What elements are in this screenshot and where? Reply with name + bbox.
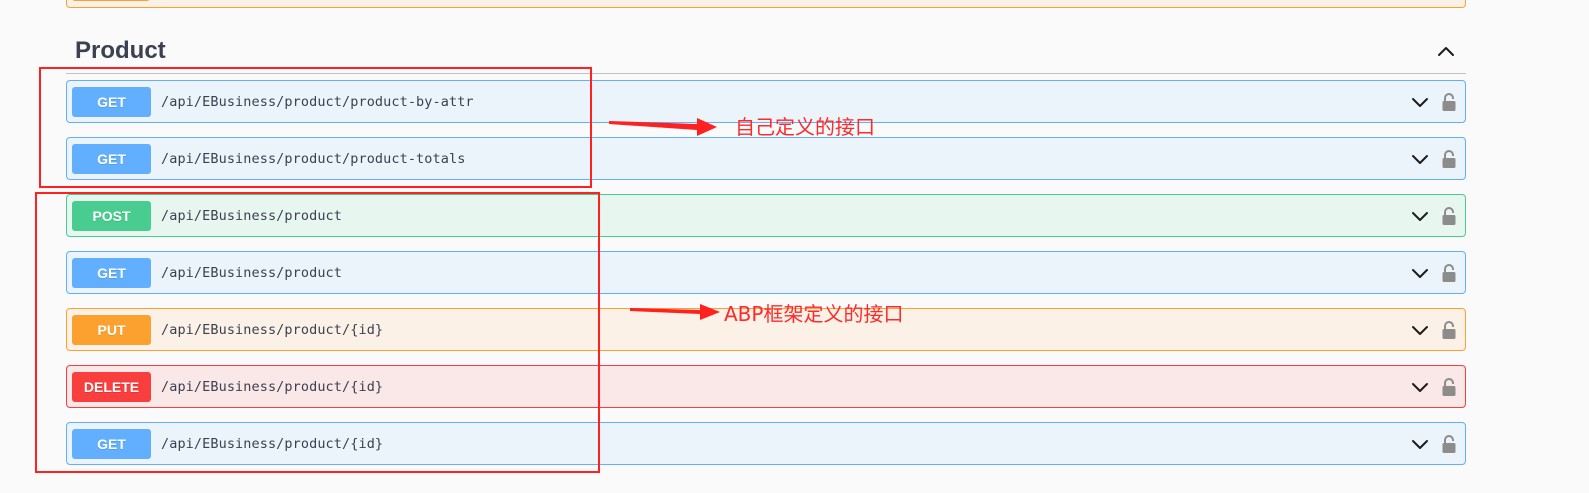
chevron-down-icon[interactable] — [1410, 207, 1430, 227]
method-badge: GET — [72, 428, 151, 459]
chevron-down-icon[interactable] — [1410, 435, 1430, 455]
method-badge: GET — [72, 143, 151, 174]
lock-icon[interactable] — [1441, 263, 1457, 283]
chevron-down-icon[interactable] — [1410, 321, 1430, 341]
operation-get-product-id[interactable]: GET /api/EBusiness/product/{id} — [66, 422, 1466, 465]
operation-path: /api/EBusiness/product — [161, 264, 343, 281]
lock-icon[interactable] — [1441, 377, 1457, 397]
operation-path: /api/EBusiness/product/product-totals — [161, 150, 466, 167]
operation-path: /api/EBusiness/product/{id} — [161, 435, 384, 452]
operation-get-product-totals[interactable]: GET /api/EBusiness/product/product-total… — [66, 137, 1466, 180]
lock-icon[interactable] — [1441, 434, 1457, 454]
previous-method-badge — [72, 0, 150, 1]
operation-get-product[interactable]: GET /api/EBusiness/product — [66, 251, 1466, 294]
operation-path: /api/EBusiness/product/{id} — [161, 321, 384, 338]
method-badge: GET — [72, 86, 151, 117]
method-badge: DELETE — [72, 371, 151, 402]
lock-icon[interactable] — [1441, 206, 1457, 226]
lock-icon[interactable] — [1441, 320, 1457, 340]
method-badge: GET — [72, 257, 151, 288]
lock-icon[interactable] — [1441, 92, 1457, 112]
operation-path: /api/EBusiness/product/{id} — [161, 378, 384, 395]
operation-path: /api/EBusiness/product — [161, 207, 343, 224]
chevron-down-icon[interactable] — [1410, 264, 1430, 284]
operation-post-product[interactable]: POST /api/EBusiness/product — [66, 194, 1466, 237]
tag-title: Product — [75, 36, 166, 64]
chevron-down-icon[interactable] — [1410, 150, 1430, 170]
previous-operation-block[interactable] — [66, 0, 1466, 8]
tag-section-header[interactable]: Product — [66, 28, 1466, 74]
custom-endpoints-annotation: 自己定义的接口 — [735, 115, 875, 139]
chevron-down-icon[interactable] — [1410, 378, 1430, 398]
chevron-up-icon[interactable] — [1426, 31, 1466, 71]
method-badge: PUT — [72, 314, 151, 345]
method-badge: POST — [72, 200, 151, 231]
operation-delete-product-id[interactable]: DELETE /api/EBusiness/product/{id} — [66, 365, 1466, 408]
lock-icon[interactable] — [1441, 149, 1457, 169]
chevron-down-icon[interactable] — [1410, 93, 1430, 113]
operation-path: /api/EBusiness/product/product-by-attr — [161, 93, 474, 110]
abp-endpoints-annotation: ABP框架定义的接口 — [724, 302, 904, 326]
